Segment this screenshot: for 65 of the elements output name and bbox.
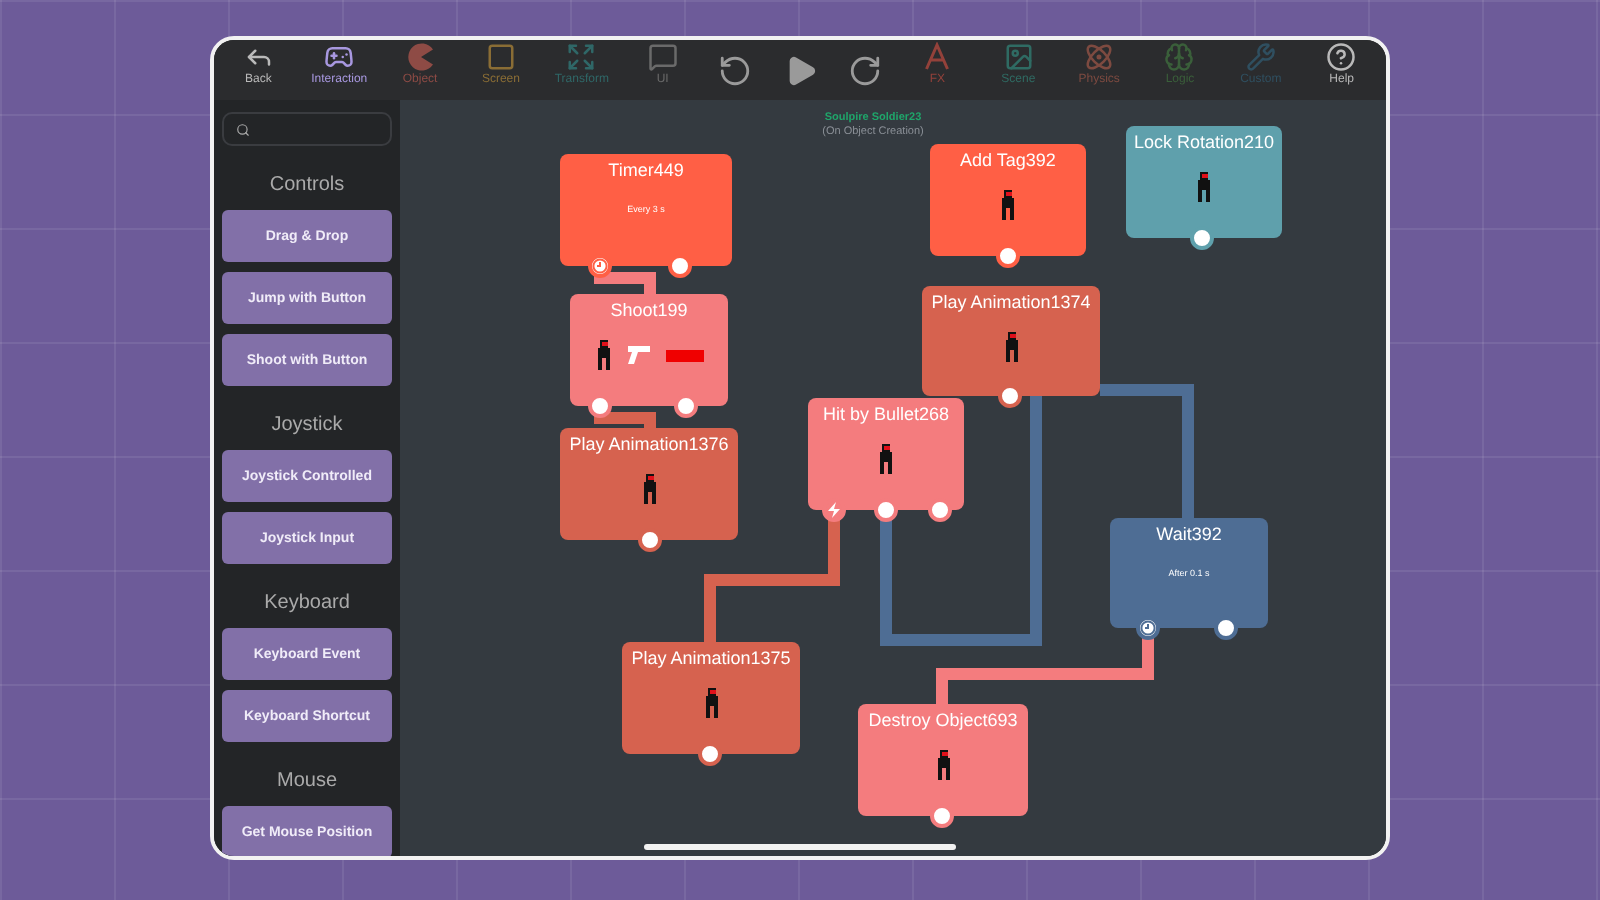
bar-icon xyxy=(665,349,703,361)
connection-port[interactable] xyxy=(698,742,722,766)
image-icon xyxy=(1003,42,1034,72)
soldier-icon xyxy=(878,444,894,474)
connection-port[interactable] xyxy=(668,254,692,278)
connector-line xyxy=(1100,384,1194,518)
search-field[interactable] xyxy=(222,112,392,146)
connection-port[interactable] xyxy=(928,498,952,522)
connection-port[interactable] xyxy=(638,528,662,552)
section-heading: Keyboard xyxy=(262,592,352,614)
lightning-icon xyxy=(828,502,840,518)
logic-block[interactable]: Shoot199 xyxy=(570,294,728,406)
brain-icon xyxy=(1164,42,1195,72)
section-heading: Joystick xyxy=(269,414,345,436)
expand-icon xyxy=(566,42,597,72)
pacman-icon xyxy=(405,42,436,72)
search-icon xyxy=(236,121,250,137)
connection-port[interactable] xyxy=(874,498,898,522)
block-title: Destroy Object693 xyxy=(868,710,1018,730)
logic-block[interactable]: Destroy Object693 xyxy=(858,704,1028,816)
soldier-icon xyxy=(1196,172,1212,202)
connection-port[interactable] xyxy=(996,244,1020,268)
soldier-icon xyxy=(1003,331,1019,361)
block-title: Add Tag392 xyxy=(960,150,1056,170)
block-title: Play Animation1375 xyxy=(631,648,791,668)
bolt-port[interactable] xyxy=(822,498,846,522)
soldier-icon xyxy=(1000,190,1016,220)
block-title: Play Animation1374 xyxy=(931,292,1091,312)
section-heading: Controls xyxy=(267,174,347,196)
atom-icon xyxy=(1084,42,1115,72)
connection-port[interactable] xyxy=(1190,226,1214,250)
square-frame-icon xyxy=(485,42,516,72)
connection-port[interactable] xyxy=(1214,616,1238,640)
logic-block[interactable]: Add Tag392 xyxy=(930,144,1086,256)
soldier-icon xyxy=(641,474,657,504)
speech-bubble-icon xyxy=(647,42,678,72)
block-title: Timer449 xyxy=(608,160,684,180)
block-title: Shoot199 xyxy=(610,300,688,320)
redo-icon xyxy=(847,53,882,87)
logic-block[interactable]: Play Animation1375 xyxy=(622,642,800,754)
section-heading: Mouse xyxy=(274,770,339,792)
clock-port[interactable] xyxy=(1136,616,1160,640)
soldier-icon xyxy=(703,688,719,718)
gamepad-icon xyxy=(324,42,355,72)
block-title: Wait392 xyxy=(1156,524,1222,544)
logic-block[interactable]: Hit by Bullet268 xyxy=(808,398,964,510)
block-title: Hit by Bullet268 xyxy=(822,404,950,424)
logic-block[interactable]: Play Animation1376 xyxy=(560,428,738,540)
logic-block[interactable]: Play Animation1374 xyxy=(922,286,1100,396)
clock-icon xyxy=(1140,620,1156,636)
clock-icon xyxy=(592,258,608,274)
connector-line xyxy=(594,266,656,294)
block-title: Play Animation1376 xyxy=(569,434,729,454)
connection-port[interactable] xyxy=(998,384,1022,408)
soldier-icon xyxy=(595,340,611,370)
connection-port[interactable] xyxy=(674,394,698,418)
pistol-icon xyxy=(627,346,649,364)
wrench-icon xyxy=(1245,42,1276,72)
logic-block[interactable]: Lock Rotation210 xyxy=(1126,126,1282,238)
soldier-icon xyxy=(935,750,951,780)
help-icon xyxy=(1326,42,1357,72)
connector-line xyxy=(594,406,656,428)
block-title: Lock Rotation210 xyxy=(1133,132,1275,152)
connection-port[interactable] xyxy=(930,804,954,828)
undo-icon xyxy=(718,53,753,87)
